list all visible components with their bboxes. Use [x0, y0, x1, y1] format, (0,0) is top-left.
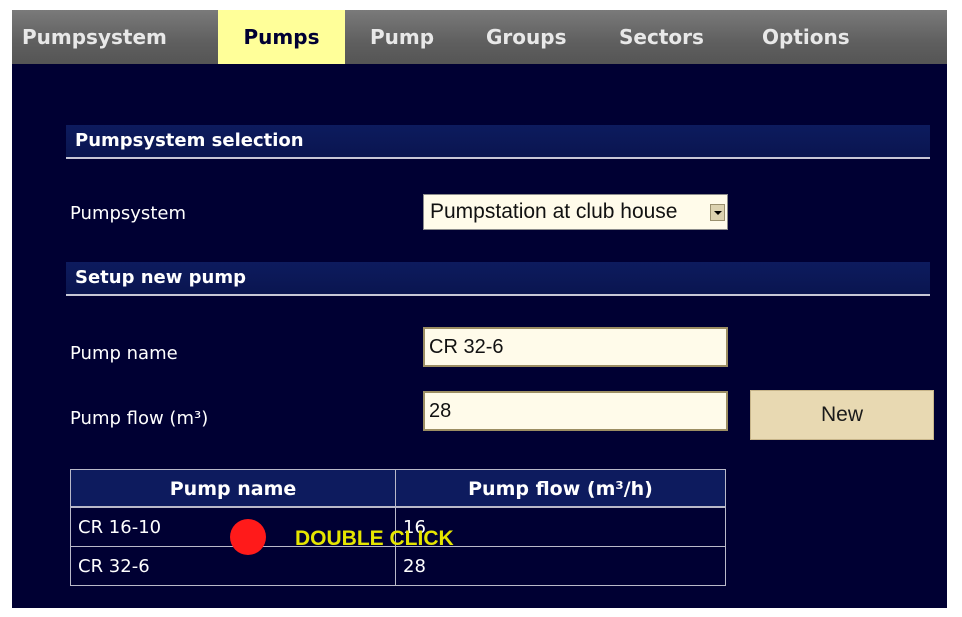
column-header-pump-flow[interactable]: Pump flow (m³/h) — [395, 469, 726, 507]
tab-groups[interactable]: Groups — [486, 10, 566, 64]
pump-flow-value: 28 — [429, 400, 452, 422]
new-pump-button[interactable]: New — [750, 390, 934, 440]
pump-flow-input[interactable]: 28 — [423, 391, 728, 431]
section-title: Pumpsystem selection — [75, 130, 304, 151]
tab-pumpsystem[interactable]: Pumpsystem — [22, 10, 167, 64]
setup-new-pump-header: Setup new pump — [66, 262, 930, 296]
pumpsystem-select-value: Pumpstation at club house — [430, 200, 678, 223]
click-indicator-dot — [230, 519, 266, 555]
pump-name-value: CR 32-6 — [429, 336, 504, 358]
column-header-pump-name[interactable]: Pump name — [70, 469, 396, 507]
top-navigation: Pumpsystem Pumps Pump Groups Sectors Opt… — [12, 10, 947, 64]
chevron-down-icon[interactable] — [710, 204, 725, 221]
pump-name-input[interactable]: CR 32-6 — [423, 327, 728, 367]
section-title: Setup new pump — [75, 267, 246, 288]
tab-sectors[interactable]: Sectors — [619, 10, 704, 64]
pump-name-label: Pump name — [70, 343, 178, 364]
pumpsystem-selection-header: Pumpsystem selection — [66, 125, 930, 159]
pump-flow-label: Pump flow (m³) — [70, 408, 209, 429]
tab-pumps[interactable]: Pumps — [218, 10, 345, 64]
double-click-annotation: DOUBLE CLICK — [295, 527, 454, 550]
app-frame: Pumpsystem Pumps Pump Groups Sectors Opt… — [12, 10, 947, 608]
pumpsystem-label: Pumpsystem — [70, 203, 186, 224]
pumpsystem-select[interactable]: Pumpstation at club house — [423, 194, 728, 230]
tab-options[interactable]: Options — [762, 10, 850, 64]
tab-pump[interactable]: Pump — [370, 10, 434, 64]
